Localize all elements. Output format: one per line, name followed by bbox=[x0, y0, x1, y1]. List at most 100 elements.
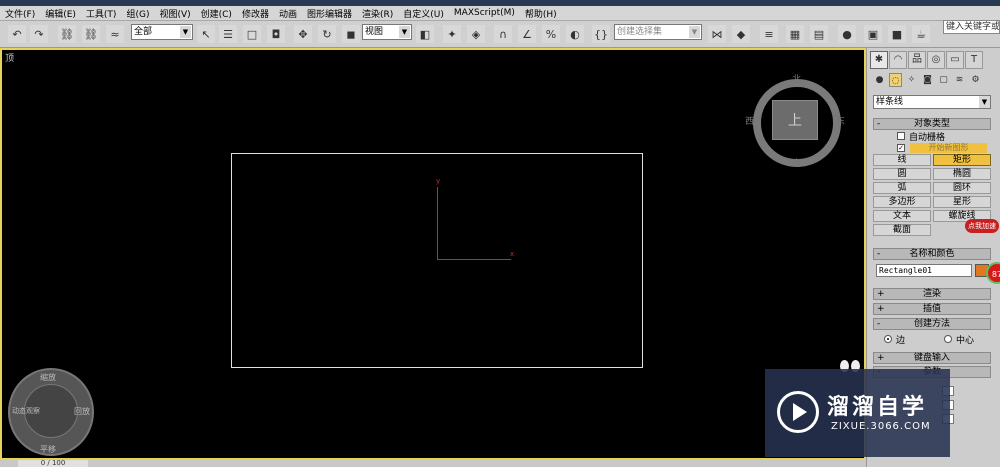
utilities-tab-icon[interactable]: T bbox=[965, 51, 983, 69]
steering-orbit[interactable]: 动态观察 bbox=[12, 406, 40, 416]
rendering-rollout[interactable]: + 渲染 bbox=[873, 288, 991, 300]
viewcube-south[interactable]: 南 bbox=[792, 156, 801, 169]
star-button[interactable]: 星形 bbox=[933, 196, 991, 208]
menu-maxscript[interactable]: MAXScript(M) bbox=[454, 8, 515, 18]
unlink-icon[interactable]: ⛓ bbox=[82, 25, 100, 43]
steering-pan[interactable]: 平移 bbox=[40, 444, 56, 455]
modify-tab-icon[interactable]: ◠ bbox=[889, 51, 907, 69]
interpolation-rollout[interactable]: + 插值 bbox=[873, 303, 991, 315]
circle-button[interactable]: 圆 bbox=[873, 168, 931, 180]
top-viewport[interactable]: 顶 y x 上 北 南 东 西 缩放 平移 动态观察 回放 bbox=[0, 48, 866, 460]
section-button[interactable]: 截面 bbox=[873, 224, 931, 236]
viewcube-west[interactable]: 西 bbox=[745, 114, 754, 127]
window-crossing-icon[interactable]: ◘ bbox=[267, 25, 285, 43]
material-editor-icon[interactable]: ● bbox=[838, 25, 856, 43]
spinner-snap-icon[interactable]: ◐ bbox=[566, 25, 584, 43]
shape-category-dropdown[interactable]: 样条线 ▼ bbox=[873, 95, 991, 109]
select-object-icon[interactable]: ↖ bbox=[197, 25, 215, 43]
named-selection-dropdown[interactable]: 创建选择集 ▼ bbox=[614, 24, 702, 40]
menu-tools[interactable]: 工具(T) bbox=[86, 7, 117, 20]
bind-space-warp-icon[interactable]: ≈ bbox=[106, 25, 124, 43]
space-warps-icon[interactable]: ≋ bbox=[953, 73, 966, 87]
selection-filter-dropdown[interactable]: 全部 ▼ bbox=[131, 24, 193, 40]
method-edge-radio[interactable] bbox=[884, 335, 892, 343]
menu-graph-editors[interactable]: 图形编辑器 bbox=[307, 7, 352, 20]
viewcube-top-face[interactable]: 上 bbox=[772, 100, 818, 140]
menu-edit[interactable]: 编辑(E) bbox=[45, 7, 76, 20]
search-input[interactable]: 键入关键字或 bbox=[943, 20, 1000, 34]
menu-modifiers[interactable]: 修改器 bbox=[242, 7, 269, 20]
speed-up-badge[interactable]: 点我加速 bbox=[965, 219, 999, 233]
rectangle-button[interactable]: 矩形 bbox=[933, 154, 991, 166]
move-icon[interactable]: ✥ bbox=[294, 25, 312, 43]
rectangular-selection-icon[interactable]: □ bbox=[243, 25, 261, 43]
donut-button[interactable]: 圆环 bbox=[933, 182, 991, 194]
menu-group[interactable]: 组(G) bbox=[126, 7, 149, 20]
hierarchy-tab-icon[interactable]: 品 bbox=[908, 51, 926, 69]
menu-customize[interactable]: 自定义(U) bbox=[403, 7, 444, 20]
rotate-icon[interactable]: ↻ bbox=[318, 25, 336, 43]
viewport-label[interactable]: 顶 bbox=[5, 51, 14, 64]
layer-manager-icon[interactable]: ≡ bbox=[760, 25, 778, 43]
start-new-shape-button[interactable]: 开始新图形 bbox=[910, 143, 987, 153]
gizmo-x-axis bbox=[437, 259, 511, 260]
arc-button[interactable]: 弧 bbox=[873, 182, 931, 194]
gizmo-y-axis bbox=[437, 187, 438, 259]
name-and-color-rollout[interactable]: - 名称和颜色 bbox=[873, 248, 991, 260]
mirror-icon[interactable]: ⋈ bbox=[708, 25, 726, 43]
edit-named-selection-icon[interactable]: {} bbox=[592, 25, 610, 43]
curve-editor-icon[interactable]: ▦ bbox=[786, 25, 804, 43]
undo-icon[interactable]: ↶ bbox=[8, 25, 26, 43]
motion-tab-icon[interactable]: ◎ bbox=[927, 51, 945, 69]
gizmo-x-label: x bbox=[510, 250, 515, 258]
menu-rendering[interactable]: 渲染(R) bbox=[362, 7, 393, 20]
systems-icon[interactable]: ⚙ bbox=[969, 73, 982, 87]
ellipse-button[interactable]: 椭圆 bbox=[933, 168, 991, 180]
redo-icon[interactable]: ↷ bbox=[30, 25, 48, 43]
select-manipulate-icon[interactable]: ✦ bbox=[443, 25, 461, 43]
frame-counter[interactable]: 0 / 100 bbox=[18, 460, 88, 467]
menu-animation[interactable]: 动画 bbox=[279, 7, 297, 20]
method-center-radio[interactable] bbox=[944, 335, 952, 343]
geometry-icon[interactable]: ● bbox=[873, 73, 886, 87]
align-icon[interactable]: ◆ bbox=[732, 25, 750, 43]
rendered-frame-window-icon[interactable]: ■ bbox=[888, 25, 906, 43]
viewcube-east[interactable]: 东 bbox=[836, 114, 845, 127]
percent-snap-icon[interactable]: % bbox=[542, 25, 560, 43]
schematic-view-icon[interactable]: ▤ bbox=[810, 25, 828, 43]
snaps-toggle-icon[interactable]: ∩ bbox=[494, 25, 512, 43]
keyboard-entry-rollout[interactable]: + 键盘输入 bbox=[873, 352, 991, 364]
create-tab-icon[interactable]: ✱ bbox=[870, 51, 888, 69]
steering-zoom[interactable]: 缩放 bbox=[40, 372, 56, 383]
menu-create[interactable]: 创建(C) bbox=[201, 7, 232, 20]
reference-coordinate-dropdown[interactable]: 视图 ▼ bbox=[362, 24, 412, 40]
display-tab-icon[interactable]: ▭ bbox=[946, 51, 964, 69]
menu-file[interactable]: 文件(F) bbox=[5, 7, 35, 20]
pivot-center-icon[interactable]: ◧ bbox=[416, 25, 434, 43]
ngon-button[interactable]: 多边形 bbox=[873, 196, 931, 208]
viewcube-north[interactable]: 北 bbox=[792, 72, 801, 85]
angle-snap-icon[interactable]: ∠ bbox=[518, 25, 536, 43]
time-slider-bar[interactable] bbox=[0, 460, 866, 467]
lights-icon[interactable]: ✧ bbox=[905, 73, 918, 87]
shapes-icon[interactable]: ◌ bbox=[889, 73, 902, 87]
steering-rewind[interactable]: 回放 bbox=[74, 406, 90, 417]
text-button[interactable]: 文本 bbox=[873, 210, 931, 222]
auto-grid-checkbox[interactable] bbox=[897, 132, 905, 140]
helpers-icon[interactable]: ▢ bbox=[937, 73, 950, 87]
render-setup-icon[interactable]: ▣ bbox=[864, 25, 882, 43]
menu-views[interactable]: 视图(V) bbox=[159, 7, 190, 20]
link-icon[interactable]: ⛓ bbox=[58, 25, 76, 43]
render-production-icon[interactable]: ☕ bbox=[912, 25, 930, 43]
start-new-shape-checkbox[interactable]: ✓ bbox=[897, 144, 905, 152]
line-button[interactable]: 线 bbox=[873, 154, 931, 166]
keyboard-shortcut-override-icon[interactable]: ◈ bbox=[467, 25, 485, 43]
menu-help[interactable]: 帮助(H) bbox=[525, 7, 557, 20]
rectangle-shape[interactable] bbox=[231, 153, 643, 368]
scale-icon[interactable]: ◼ bbox=[342, 25, 360, 43]
object-name-field[interactable]: Rectangle01 bbox=[876, 264, 972, 277]
object-type-rollout[interactable]: - 对象类型 bbox=[873, 118, 991, 130]
select-by-name-icon[interactable]: ☰ bbox=[219, 25, 237, 43]
cameras-icon[interactable]: ◙ bbox=[921, 73, 934, 87]
creation-method-rollout[interactable]: - 创建方法 bbox=[873, 318, 991, 330]
